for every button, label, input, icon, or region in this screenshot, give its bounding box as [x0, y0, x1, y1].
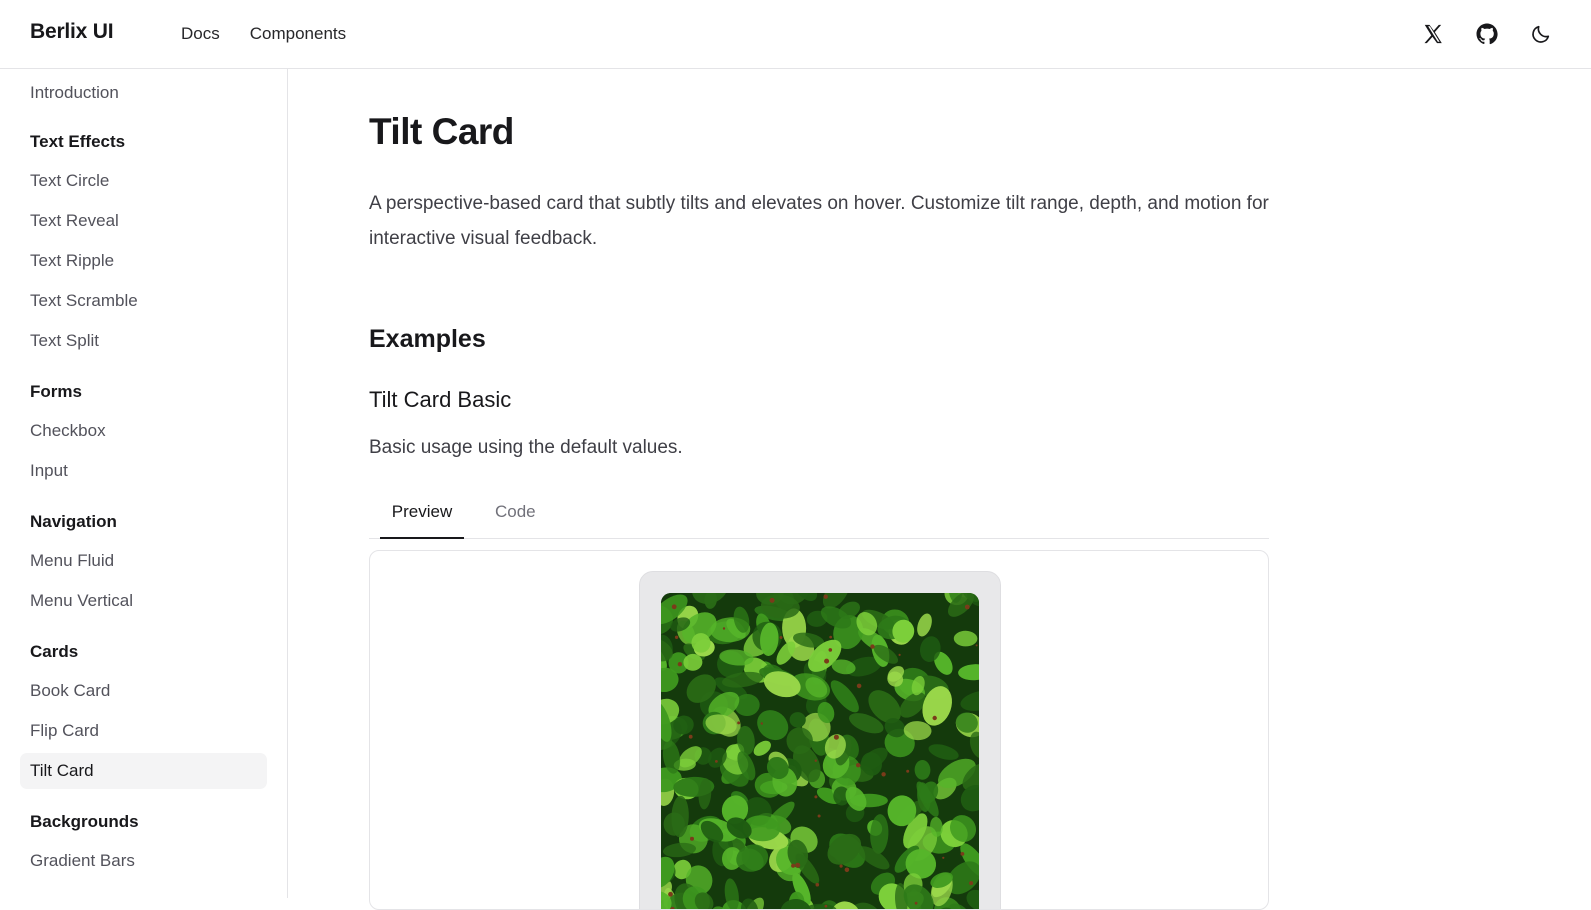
- section-title-examples: Examples: [369, 325, 486, 353]
- green-leaves-photo: [661, 593, 979, 909]
- sidebar-heading-forms: Forms: [30, 382, 82, 401]
- top-nav: Docs Components: [181, 24, 346, 44]
- docs-sidebar: Introduction Text Effects Text Circle Te…: [0, 69, 288, 898]
- sidebar-item-introduction[interactable]: Introduction: [20, 75, 267, 111]
- sidebar-item-menu-vertical[interactable]: Menu Vertical: [20, 583, 267, 619]
- example-title: Tilt Card Basic: [369, 387, 512, 412]
- nav-link-components[interactable]: Components: [250, 24, 346, 44]
- example-description: Basic usage using the default values.: [369, 437, 683, 458]
- sidebar-heading-navigation: Navigation: [30, 512, 117, 531]
- sidebar-item-text-split[interactable]: Text Split: [20, 323, 267, 359]
- leaves-illustration: [661, 593, 979, 909]
- sidebar-item-input[interactable]: Input: [20, 453, 267, 489]
- preview-panel: [369, 550, 1269, 910]
- sidebar-heading-backgrounds: Backgrounds: [30, 812, 139, 831]
- example-tabs: Preview Code: [369, 487, 1269, 539]
- tab-preview[interactable]: Preview: [380, 487, 464, 539]
- page-title: Tilt Card: [369, 111, 514, 152]
- page-description: A perspective-based card that subtly til…: [369, 193, 1269, 249]
- sidebar-heading-cards: Cards: [30, 642, 79, 661]
- moon-icon[interactable]: [1527, 20, 1555, 48]
- sidebar-item-text-circle[interactable]: Text Circle: [20, 163, 267, 199]
- sidebar-item-flip-card[interactable]: Flip Card: [20, 713, 267, 749]
- sidebar-item-text-ripple[interactable]: Text Ripple: [20, 243, 267, 279]
- sidebar-item-tilt-card[interactable]: Tilt Card: [20, 753, 267, 789]
- top-navigation-bar: Berlix UI Docs Components: [0, 0, 1591, 69]
- sidebar-item-checkbox[interactable]: Checkbox: [20, 413, 267, 449]
- github-icon[interactable]: [1473, 20, 1501, 48]
- sidebar-heading-text-effects: Text Effects: [30, 132, 126, 151]
- header-actions: [1419, 20, 1555, 48]
- sidebar-item-gradient-bars[interactable]: Gradient Bars: [20, 843, 267, 879]
- sidebar-item-text-reveal[interactable]: Text Reveal: [20, 203, 267, 239]
- sidebar-item-text-scramble[interactable]: Text Scramble: [20, 283, 267, 319]
- sidebar-item-menu-fluid[interactable]: Menu Fluid: [20, 543, 267, 579]
- nav-link-docs[interactable]: Docs: [181, 24, 220, 44]
- x-logo-icon[interactable]: [1419, 20, 1447, 48]
- sidebar-item-book-card[interactable]: Book Card: [20, 673, 267, 709]
- tab-code[interactable]: Code: [495, 487, 536, 539]
- tilt-card[interactable]: [639, 571, 1001, 909]
- brand-logo[interactable]: Berlix UI: [30, 20, 114, 44]
